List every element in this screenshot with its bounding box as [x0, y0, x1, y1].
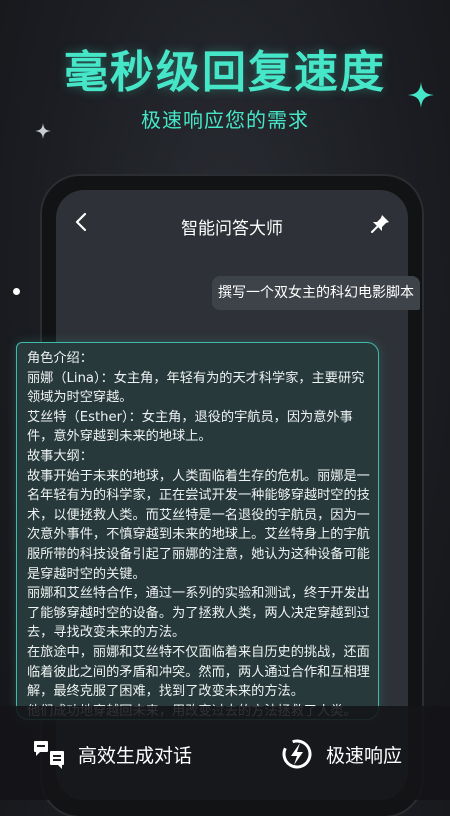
assistant-reply-card: 角色介绍： 丽娜（Lina）：女主角，年轻有为的天才科学家，主要研究领域为时空穿…: [16, 342, 379, 720]
pin-icon[interactable]: [370, 214, 390, 234]
reply-line: 艾丝特（Esther）：女主角，退役的宇航员，因为意外事件，意外穿越到未来的地球…: [27, 409, 353, 445]
sparkle-icon: [35, 123, 51, 139]
reply-line: 丽娜和艾丝特合作，通过一系列的实验和测试，终于开发出了能够穿越时空的设备。为了拯…: [27, 586, 370, 641]
reply-line: 在旅途中，丽娜和艾丝特不仅面临着来自历史的挑战，还面临着彼此之间的矛盾和冲突。然…: [27, 644, 370, 700]
feature-left-label: 高效生成对话: [78, 744, 193, 767]
feature-fast-response: 极速响应: [280, 734, 402, 774]
chat-title: 智能问答大师: [181, 219, 283, 239]
reply-line: 丽娜（Lina）：女主角，年轻有为的天才科学家，主要研究领域为时空穿越。: [27, 370, 365, 406]
sparkle-icon: [408, 82, 434, 108]
chat-generate-icon: [34, 741, 64, 769]
feature-efficient-dialog: 高效生成对话: [32, 734, 192, 774]
reply-line: 故事开始于未来的地球，人类面临着生存的危机。丽娜是一名年轻有为的科学家，正在尝试…: [27, 468, 370, 582]
feature-right-label: 极速响应: [326, 744, 403, 767]
headline: 毫秒级回复速度: [64, 47, 386, 98]
subheadline: 极速响应您的需求: [141, 108, 309, 132]
speed-icon: [282, 739, 312, 769]
decor-dot: [13, 288, 20, 295]
reply-line: 故事大纲：: [27, 448, 93, 464]
user-message-bubble: 撰写一个双女主的科幻电影脚本: [212, 276, 420, 310]
chat-header: 智能问答大师: [56, 190, 408, 260]
reply-line: 角色介绍：: [27, 351, 93, 366]
